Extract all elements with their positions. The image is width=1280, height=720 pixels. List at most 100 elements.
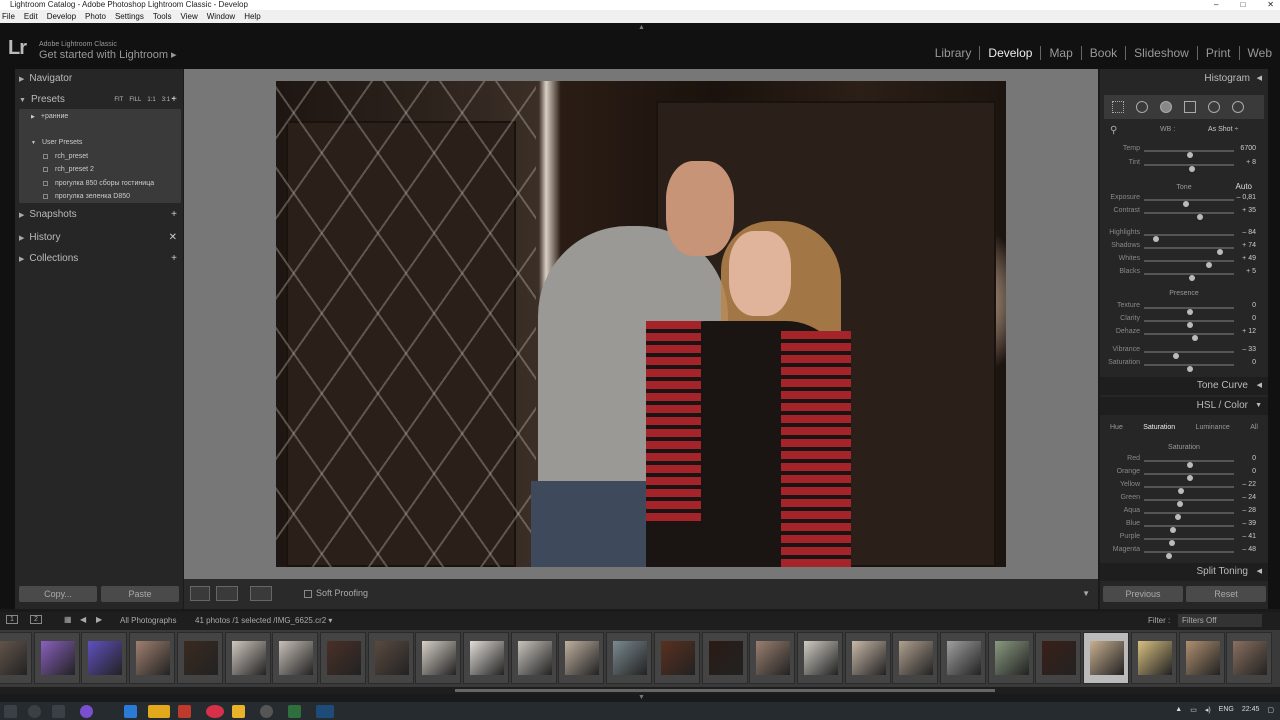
filmstrip-thumbnail[interactable] bbox=[510, 632, 557, 684]
slider-track[interactable] bbox=[1144, 486, 1234, 494]
menu-edit[interactable]: Edit bbox=[24, 10, 38, 23]
slider-track[interactable] bbox=[1144, 551, 1234, 559]
filmstrip-thumbnail[interactable] bbox=[653, 632, 700, 684]
hsl-slider-green[interactable]: Green – 24 bbox=[1104, 494, 1264, 507]
snapshots-header[interactable]: ▶ Snapshots + bbox=[19, 205, 181, 225]
preset-item[interactable]: прогулка зеленка D850 bbox=[43, 193, 130, 200]
yandex-browser-icon[interactable] bbox=[206, 705, 224, 718]
basic-slider-temp[interactable]: Temp 6700 bbox=[1104, 145, 1264, 158]
slider-track[interactable] bbox=[1144, 320, 1234, 328]
soft-proofing-checkbox[interactable] bbox=[304, 589, 312, 598]
crop-tool-icon[interactable] bbox=[1112, 101, 1124, 113]
basic-slider-dehaze[interactable]: Dehaze + 12 bbox=[1104, 328, 1264, 341]
navigator-header[interactable]: ▶ Navigator FIT FILL 1:1 3:1 ÷ bbox=[19, 69, 181, 103]
basic-slider-highlights[interactable]: Highlights – 84 bbox=[1104, 229, 1264, 242]
adjustment-brush-icon[interactable] bbox=[1232, 101, 1244, 113]
slider-knob[interactable] bbox=[1192, 335, 1199, 341]
show-hidden-icons-icon[interactable]: ▲ bbox=[1175, 706, 1182, 714]
collapse-top-panel-icon[interactable]: ▲ bbox=[638, 24, 645, 31]
slider-track[interactable] bbox=[1144, 333, 1234, 341]
menu-file[interactable]: File bbox=[2, 10, 15, 23]
slider-knob[interactable] bbox=[1197, 214, 1204, 220]
hsl-header[interactable]: HSL / Color ▼ bbox=[1100, 397, 1268, 415]
source-label[interactable]: All Photographs bbox=[120, 616, 176, 625]
hsl-slider-yellow[interactable]: Yellow – 22 bbox=[1104, 481, 1264, 494]
tone-curve-header[interactable]: Tone Curve ◀ bbox=[1100, 377, 1268, 395]
before-after-button[interactable] bbox=[216, 586, 238, 601]
tab-hue[interactable]: Hue bbox=[1110, 421, 1123, 435]
filmstrip-thumbnail[interactable] bbox=[129, 632, 176, 684]
windows-start-icon[interactable] bbox=[4, 705, 17, 718]
slider-track[interactable] bbox=[1144, 247, 1234, 255]
get-started-link[interactable]: Get started with Lightroom ▸ bbox=[39, 48, 177, 61]
grid-view-icon[interactable]: ▦ bbox=[64, 615, 72, 624]
hsl-slider-orange[interactable]: Orange 0 bbox=[1104, 468, 1264, 481]
basic-slider-contrast[interactable]: Contrast + 35 bbox=[1104, 207, 1264, 220]
slider-value[interactable]: – 33 bbox=[1242, 346, 1256, 353]
slider-track[interactable] bbox=[1144, 199, 1234, 207]
slider-value[interactable]: – 28 bbox=[1242, 507, 1256, 514]
task-view-icon[interactable] bbox=[52, 705, 65, 718]
hsl-slider-red[interactable]: Red 0 bbox=[1104, 455, 1264, 468]
filmstrip-thumbnail[interactable] bbox=[463, 632, 509, 684]
module-web[interactable]: Web bbox=[1240, 46, 1280, 60]
slider-knob[interactable] bbox=[1187, 152, 1193, 158]
slider-value[interactable]: + 12 bbox=[1242, 328, 1256, 335]
preset-folder[interactable]: ▶ +ранние bbox=[31, 113, 68, 120]
menu-window[interactable]: Window bbox=[207, 10, 235, 23]
filmstrip-thumbnail[interactable] bbox=[1083, 632, 1130, 684]
red-eye-icon[interactable] bbox=[1160, 101, 1172, 113]
back-arrow-icon[interactable]: ◀ bbox=[80, 615, 86, 624]
slider-track[interactable] bbox=[1144, 364, 1234, 372]
collections-header[interactable]: ▶ Collections + bbox=[19, 249, 181, 269]
app-icon[interactable] bbox=[288, 705, 301, 718]
histogram-header[interactable]: Histogram ◀ bbox=[1100, 69, 1268, 89]
paste-button[interactable]: Paste bbox=[101, 586, 179, 602]
slider-value[interactable]: + 5 bbox=[1246, 268, 1256, 275]
edge-icon[interactable] bbox=[124, 705, 137, 718]
scroll-thumb[interactable] bbox=[455, 689, 995, 692]
language-indicator[interactable]: ENG bbox=[1219, 706, 1234, 714]
filmstrip-thumbnail[interactable] bbox=[319, 632, 366, 684]
hsl-slider-aqua[interactable]: Aqua – 28 bbox=[1104, 507, 1264, 520]
compare-view-button[interactable] bbox=[250, 586, 272, 601]
minimize-button[interactable]: – bbox=[1214, 0, 1218, 10]
slider-track[interactable] bbox=[1144, 212, 1234, 220]
filmstrip-thumbnail[interactable] bbox=[558, 632, 605, 684]
basic-slider-shadows[interactable]: Shadows + 74 bbox=[1104, 242, 1264, 255]
slider-value[interactable]: – 84 bbox=[1242, 229, 1256, 236]
slider-track[interactable] bbox=[1144, 351, 1234, 359]
hsl-slider-blue[interactable]: Blue – 39 bbox=[1104, 520, 1264, 533]
filmstrip-thumbnail[interactable] bbox=[367, 632, 414, 684]
tab-all[interactable]: All bbox=[1250, 421, 1258, 435]
slider-value[interactable]: 0 bbox=[1252, 302, 1256, 309]
menu-settings[interactable]: Settings bbox=[115, 10, 144, 23]
notifications-icon[interactable]: ▢ bbox=[1267, 706, 1274, 714]
left-panel-edge[interactable] bbox=[0, 69, 15, 609]
slider-track[interactable] bbox=[1144, 260, 1234, 268]
search-icon[interactable] bbox=[28, 705, 41, 718]
filmstrip-thumbnail[interactable] bbox=[415, 632, 462, 684]
toolbar-menu-icon[interactable]: ▼ bbox=[1082, 589, 1090, 598]
basic-slider-whites[interactable]: Whites + 49 bbox=[1104, 255, 1264, 268]
module-develop[interactable]: Develop bbox=[980, 46, 1042, 60]
slider-value[interactable]: – 48 bbox=[1242, 546, 1256, 553]
tab-luminance[interactable]: Luminance bbox=[1196, 421, 1230, 435]
filmstrip-thumbnail[interactable] bbox=[272, 632, 319, 684]
yandex-icon[interactable] bbox=[148, 705, 170, 718]
slider-track[interactable] bbox=[1144, 150, 1234, 158]
module-print[interactable]: Print bbox=[1198, 46, 1240, 60]
lightroom-taskbar-icon[interactable] bbox=[316, 705, 334, 718]
photo-preview[interactable] bbox=[276, 81, 1006, 567]
slider-value[interactable]: 0 bbox=[1252, 455, 1256, 462]
menu-develop[interactable]: Develop bbox=[47, 10, 76, 23]
reset-button[interactable]: Reset bbox=[1186, 586, 1266, 602]
slider-track[interactable] bbox=[1144, 499, 1234, 507]
file-explorer-icon[interactable] bbox=[232, 705, 245, 718]
slider-track[interactable] bbox=[1144, 538, 1234, 546]
slider-value[interactable]: 0 bbox=[1252, 315, 1256, 322]
slider-value[interactable]: – 22 bbox=[1242, 481, 1256, 488]
slider-track[interactable] bbox=[1144, 164, 1234, 172]
auto-tone-button[interactable]: Auto bbox=[1236, 182, 1252, 191]
filmstrip-thumbnail[interactable] bbox=[1226, 632, 1273, 684]
